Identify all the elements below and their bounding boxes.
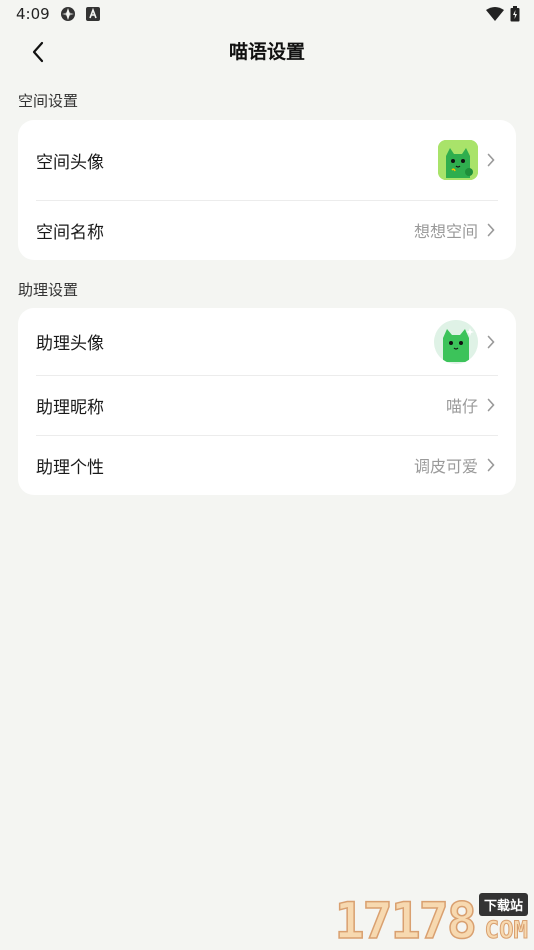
assistant-settings-card: 助理头像 助理昵称 喵仔 助理个性 调皮可爱 [18, 308, 516, 495]
assistant-avatar-row[interactable]: 助理头像 [18, 308, 516, 375]
back-button[interactable] [20, 34, 56, 70]
assistant-nickname-right: 喵仔 [446, 393, 498, 417]
space-name-label: 空间名称 [36, 222, 104, 243]
status-bar: 4:09 [0, 0, 534, 28]
space-avatar-label: 空间头像 [36, 152, 104, 173]
watermark-tag: 下载站 [478, 893, 528, 916]
wifi-icon [486, 7, 504, 21]
chevron-right-icon [484, 397, 498, 413]
chevron-right-icon [484, 457, 498, 473]
space-name-value: 想想空间 [413, 222, 478, 241]
status-left: 4:09 [16, 5, 100, 23]
assistant-personality-right: 调皮可爱 [414, 453, 498, 477]
space-avatar-row[interactable]: 空间头像 [18, 120, 516, 200]
app-bar: 喵语设置 [0, 30, 534, 74]
assistant-avatar-image [434, 319, 478, 364]
assistant-avatar-right [434, 319, 498, 364]
back-arrow-icon [32, 41, 44, 63]
assistant-section-label: 助理设置 [18, 281, 79, 299]
page-title: 喵语设置 [228, 41, 305, 63]
cat-avatar-icon [438, 140, 478, 180]
assistant-personality-label: 助理个性 [36, 457, 104, 478]
watermark: 17178 下载站 COM [334, 892, 529, 950]
space-name-row[interactable]: 空间名称 想想空间 [18, 200, 516, 260]
settings-sync-icon [60, 6, 76, 22]
watermark-domain: COM [484, 916, 528, 944]
cat-avatar-icon [434, 319, 478, 364]
assistant-nickname-label: 助理昵称 [36, 397, 104, 418]
chevron-right-icon [484, 152, 498, 168]
space-avatar-image [438, 140, 478, 180]
status-right [486, 6, 520, 22]
assistant-nickname-row[interactable]: 助理昵称 喵仔 [18, 375, 516, 435]
assistant-avatar-label: 助理头像 [36, 334, 104, 354]
status-time: 4:09 [16, 5, 50, 23]
a-badge-icon [85, 7, 100, 21]
space-settings-card: 空间头像 空间名称 想想空间 [18, 120, 516, 260]
assistant-personality-row[interactable]: 助理个性 调皮可爱 [18, 435, 516, 495]
assistant-nickname-value: 喵仔 [445, 397, 478, 416]
space-avatar-right [438, 140, 498, 180]
battery-icon [510, 6, 520, 22]
space-name-right: 想想空间 [414, 218, 498, 242]
assistant-personality-value: 调皮可爱 [413, 457, 478, 476]
chevron-right-icon [484, 222, 498, 238]
chevron-right-icon [484, 334, 498, 350]
watermark-side: 下载站 COM [478, 893, 529, 944]
space-section-label: 空间设置 [18, 92, 79, 110]
watermark-number: 17178 [334, 892, 478, 950]
